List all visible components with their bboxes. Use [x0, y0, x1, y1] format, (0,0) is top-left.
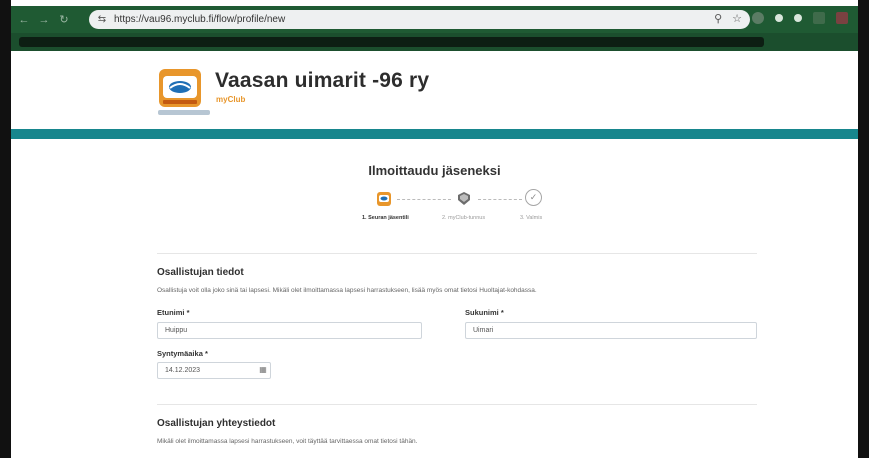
divider — [157, 404, 757, 405]
url-text: https://vau96.myclub.fi/flow/profile/new — [114, 14, 286, 25]
contact-description: Mikäli olet ilmoittamassa lapsesi harras… — [157, 438, 418, 445]
extension-icons — [752, 12, 848, 24]
bookmarks-bar — [11, 33, 858, 51]
progress-steps: ✓ 1. Seuran jäsentili 2. myClub-tunnus 3… — [338, 188, 548, 228]
first-name-label: Etunimi * — [157, 308, 190, 317]
last-name-label: Sukunimi * — [465, 308, 504, 317]
step-connector — [397, 199, 451, 200]
left-border — [0, 0, 11, 458]
forward-icon[interactable]: → — [37, 13, 51, 27]
extension-icon[interactable] — [836, 12, 848, 24]
screenshot-frame: ← → ↻ ⇆ https://vau96.myclub.fi/flow/pro… — [0, 0, 869, 458]
page-title: Ilmoittaudu jäseneksi — [368, 163, 501, 178]
step-label-2: 2. myClub-tunnus — [442, 215, 486, 221]
header-band — [11, 129, 858, 139]
club-name: Vaasan uimarit -96 ry — [215, 69, 430, 92]
calendar-icon[interactable]: ▦ — [256, 363, 270, 377]
divider — [157, 253, 757, 254]
zoom-icon[interactable]: ⚲ — [714, 12, 722, 25]
step-label-3: 3. Valmis — [520, 215, 543, 221]
profile-icon[interactable] — [752, 12, 764, 24]
address-bar[interactable]: ⇆ https://vau96.myclub.fi/flow/profile/n… — [89, 10, 750, 29]
omnibox-actions: ⚲ ☆ — [714, 12, 742, 25]
birthdate-label: Syntymäaika * — [157, 349, 208, 358]
contact-heading: Osallistujan yhteystiedot — [157, 418, 276, 429]
extension-icon[interactable] — [775, 14, 783, 22]
check-icon: ✓ — [525, 189, 542, 206]
browser-toolbar: ← → ↻ ⇆ https://vau96.myclub.fi/flow/pro… — [11, 6, 858, 33]
back-icon[interactable]: ← — [17, 13, 31, 27]
step-connector — [478, 199, 522, 200]
redacted-bookmarks — [19, 37, 764, 47]
participant-description: Osallistuja voit olla joko sinä tai laps… — [157, 287, 537, 294]
site-settings-icon[interactable]: ⇆ — [95, 13, 109, 27]
extension-icon[interactable] — [813, 12, 825, 24]
club-logo-icon — [159, 69, 201, 107]
participant-heading: Osallistujan tiedot — [157, 267, 244, 278]
birthdate-field[interactable]: 14.12.2023 — [157, 362, 271, 379]
platform-name: myClub — [216, 95, 246, 104]
step-label-1: 1. Seuran jäsentili — [362, 215, 409, 221]
first-name-field[interactable]: Huippu — [157, 322, 422, 339]
last-name-field[interactable]: Uimari — [465, 322, 757, 339]
logo-caption — [158, 110, 210, 115]
extension-icon[interactable] — [794, 14, 802, 22]
reload-icon[interactable]: ↻ — [57, 13, 71, 27]
club-header: Vaasan uimarit -96 ry myClub — [11, 51, 858, 129]
myclub-badge-icon — [458, 192, 470, 205]
club-logo-icon — [377, 192, 391, 206]
page-content: Vaasan uimarit -96 ry myClub Ilmoittaudu… — [11, 51, 858, 458]
right-border — [858, 0, 869, 458]
star-icon[interactable]: ☆ — [732, 12, 742, 25]
